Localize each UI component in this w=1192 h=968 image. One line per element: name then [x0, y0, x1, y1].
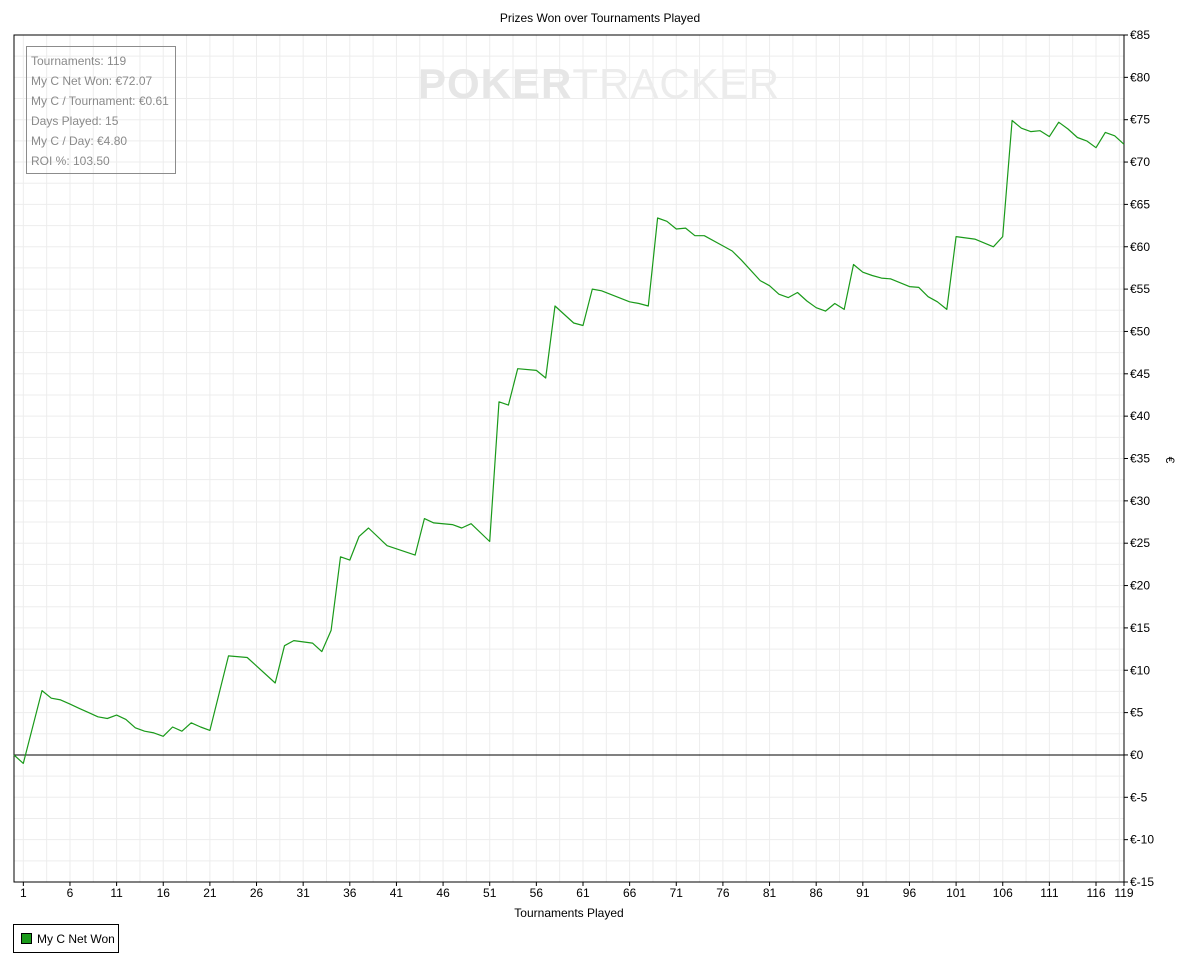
y-tick-label: €-15	[1130, 875, 1154, 889]
stats-per-tournament: My C / Tournament: €0.61	[31, 94, 169, 108]
pokertracker-watermark: POKERTRACKER	[418, 60, 780, 108]
y-tick-label: €45	[1130, 367, 1150, 381]
y-tick-label: €35	[1130, 452, 1150, 466]
watermark-part2: TRACKER	[572, 60, 781, 107]
chart-area: Prizes Won over Tournaments Played 1 6 11 1…	[13, 11, 1177, 920]
stats-per-day: My C / Day: €4.80	[31, 134, 128, 148]
y-tick-label: €60	[1130, 240, 1150, 254]
x-tick-label: 71	[670, 886, 684, 900]
x-tick-label: 86	[810, 886, 824, 900]
x-axis-label: Tournaments Played	[514, 906, 623, 920]
x-tick-label: 26	[250, 886, 264, 900]
series-group	[13, 119, 1125, 765]
x-tick-label: 31	[296, 886, 310, 900]
watermark-part1: POKER	[418, 60, 573, 107]
x-tick-label: 1	[20, 886, 27, 900]
legend-label: My C Net Won	[37, 931, 115, 946]
stats-tournaments: Tournaments: 119	[31, 54, 127, 68]
y-tick-label: €85	[1130, 28, 1150, 42]
x-tick-label: 106	[993, 886, 1013, 900]
legend-swatch	[21, 933, 32, 944]
x-tick-label: 6	[67, 886, 74, 900]
stats-days-played: Days Played: 15	[31, 114, 119, 128]
x-axis-ticks: 1 6 11 16 21 26 31 36 41 46 51 56 61 66 71 76 81 86 91 96 10…	[20, 882, 1134, 900]
x-tick-label: 21	[203, 886, 217, 900]
y-tick-label: €70	[1130, 155, 1150, 169]
y-axis-label: €	[1163, 457, 1177, 464]
y-tick-label: €55	[1130, 282, 1150, 296]
chart-title: Prizes Won over Tournaments Played	[500, 11, 700, 25]
x-tick-label: 96	[903, 886, 917, 900]
x-tick-label: 16	[157, 886, 171, 900]
x-tick-label: 76	[716, 886, 730, 900]
x-tick-label: 91	[856, 886, 870, 900]
x-tick-label: 101	[946, 886, 966, 900]
y-axis-ticks: €85 €80 €75 €70 €65 €60 €55 €50 €45 €40 €35 €30 €25 €…	[1124, 28, 1154, 889]
y-tick-label: €50	[1130, 324, 1150, 338]
y-tick-label: €15	[1130, 621, 1150, 635]
x-tick-label: 11	[110, 886, 123, 900]
x-tick-label: 46	[436, 886, 450, 900]
y-tick-label: €5	[1130, 706, 1144, 720]
stats-net-won: My C Net Won: €72.07	[31, 74, 153, 88]
stats-roi: ROI %: 103.50	[31, 154, 110, 168]
y-tick-label: €75	[1130, 113, 1150, 127]
x-tick-label: 41	[390, 886, 404, 900]
legend: My C Net Won	[13, 924, 119, 953]
x-tick-label: 51	[483, 886, 497, 900]
x-tick-label: 61	[576, 886, 590, 900]
y-tick-label: €20	[1130, 579, 1150, 593]
y-tick-label: €30	[1130, 494, 1150, 508]
y-tick-label: €10	[1130, 663, 1150, 677]
x-tick-label: 81	[763, 886, 777, 900]
x-tick-label: 56	[530, 886, 544, 900]
y-tick-label: €-10	[1130, 833, 1154, 847]
y-tick-label: €65	[1130, 197, 1150, 211]
x-tick-label: 111	[1040, 886, 1059, 900]
y-tick-label: €0	[1130, 748, 1144, 762]
x-tick-label: 66	[623, 886, 637, 900]
series-line-net-won	[13, 119, 1125, 765]
y-tick-label: €40	[1130, 409, 1150, 423]
x-tick-label: 116	[1086, 886, 1105, 900]
y-tick-label: €25	[1130, 536, 1150, 550]
stats-box: Tournaments: 119 My C Net Won: €72.07 My…	[26, 46, 176, 174]
y-tick-label: €80	[1130, 70, 1150, 84]
y-tick-label: €-5	[1130, 790, 1148, 804]
x-tick-label: 36	[343, 886, 357, 900]
